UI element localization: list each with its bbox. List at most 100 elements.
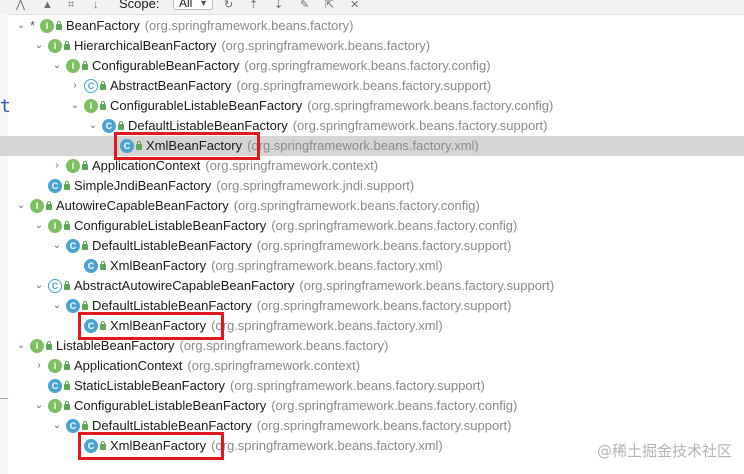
tree-row[interactable]: C XmlBeanFactory (org.springframework.bean… (0, 312, 744, 340)
class-icon: C (66, 419, 80, 433)
tree-row[interactable]: ⌄ C DefaultListableBeanFactory (org.springf… (0, 296, 744, 316)
tree-row[interactable]: › C AbstractBeanFactory (org.springframewor… (0, 76, 744, 96)
tree-row[interactable]: ⌄ I ConfigurableBeanFactory (org.springfram… (0, 56, 744, 76)
public-access-icon (100, 101, 106, 110)
package-name: (org.springframework.beans.factory) (144, 18, 354, 33)
chevron-down-icon[interactable]: ⌄ (52, 240, 62, 252)
chevron-down-icon[interactable]: ⌄ (52, 300, 62, 312)
chevron-down-icon: ▼ (199, 0, 208, 8)
package-name: (org.springframework.beans.factory.xml) (211, 318, 443, 333)
tree-row[interactable]: C SimpleJndiBeanFactory (org.springframewo… (0, 176, 744, 196)
chevron-down-icon[interactable]: ⌄ (34, 280, 44, 292)
package-name: (org.springframework.beans.factory.suppo… (256, 418, 512, 433)
interface-icon: I (84, 99, 98, 113)
public-access-icon (64, 41, 70, 50)
type-name: ApplicationContext (74, 358, 183, 373)
tree-row[interactable]: › I ApplicationContext (org.springframework… (0, 356, 744, 376)
chevron-down-icon[interactable]: ⌄ (52, 420, 62, 432)
pin-icon[interactable]: ✎ (300, 0, 309, 11)
public-access-icon (100, 441, 106, 450)
public-access-icon (64, 281, 70, 290)
class-icon: C (84, 319, 98, 333)
public-access-icon (82, 241, 88, 250)
public-access-icon (118, 121, 124, 130)
tree-row[interactable]: C XmlBeanFactory (org.springframework.bean… (0, 132, 744, 160)
type-name: ConfigurableListableBeanFactory (110, 98, 303, 113)
class-icon: C (84, 439, 98, 453)
class-hierarchy-icon[interactable]: ⌗ (68, 0, 74, 11)
interface-icon: I (48, 39, 62, 53)
type-name: DefaultListableBeanFactory (92, 298, 252, 313)
type-name: HierarchicalBeanFactory (74, 38, 217, 53)
chevron-down-icon[interactable]: ⌄ (16, 340, 26, 352)
type-name: DefaultListableBeanFactory (92, 238, 252, 253)
tree-row[interactable]: ⌄ C DefaultListableBeanFactory (org.springf… (0, 416, 744, 436)
tree-row[interactable]: ⌄ C DefaultListableBeanFactory (org.springf… (0, 116, 744, 136)
tree-row[interactable]: C StaticListableBeanFactory (org.springfra… (0, 376, 744, 396)
interface-icon: I (40, 19, 54, 33)
package-name: (org.springframework.context) (205, 158, 379, 173)
interface-icon: I (66, 59, 80, 73)
chevron-down-icon[interactable]: ⌄ (70, 100, 80, 112)
tree-row[interactable]: › I ApplicationContext (org.springframework… (0, 156, 744, 176)
chevron-down-icon[interactable]: ⌄ (16, 20, 26, 32)
interface-icon: I (66, 159, 80, 173)
chevron-down-icon[interactable]: ⌄ (52, 60, 62, 72)
refresh-icon[interactable]: ↻ (224, 0, 233, 11)
tree-row[interactable]: ⌄ C DefaultListableBeanFactory (org.springf… (0, 236, 744, 256)
chevron-down-icon[interactable]: ⌄ (34, 40, 44, 52)
public-access-icon (82, 421, 88, 430)
base-type-marker-icon: * (30, 18, 36, 33)
chevron-right-icon[interactable]: › (70, 80, 80, 92)
tree-row[interactable]: ⌄ I ConfigurableListableBeanFactory (org.sp… (0, 96, 744, 116)
tree-row[interactable]: ⌄ I HierarchicalBeanFactory (org.springfram… (0, 36, 744, 56)
type-name: SimpleJndiBeanFactory (74, 178, 212, 193)
chevron-down-icon[interactable]: ⌄ (16, 200, 26, 212)
public-access-icon (56, 21, 62, 30)
export-icon[interactable]: ⇱ (325, 0, 334, 11)
tree-row[interactable]: ⌄ I ListableBeanFactory (org.springframewor… (0, 336, 744, 356)
package-name: (org.springframework.beans.factory.suppo… (236, 78, 492, 93)
chevron-down-icon[interactable]: ⌄ (34, 400, 44, 412)
tree-row[interactable]: ⌄ I AutowireCapableBeanFactory (org.springf… (0, 196, 744, 216)
abstract-icon: C (84, 79, 98, 93)
package-name: (org.springframework.beans.factory.xml) (211, 258, 443, 273)
sort-alphabetically-icon[interactable]: ↓ (93, 0, 99, 11)
public-access-icon (64, 381, 70, 390)
close-icon[interactable]: ✕ (350, 0, 359, 11)
scope-select-value: All (179, 0, 193, 10)
type-name: AbstractBeanFactory (110, 78, 232, 93)
class-icon: C (102, 119, 116, 133)
package-name: (org.springframework.beans.factory.confi… (233, 198, 480, 213)
scope-select[interactable]: All ▼ (173, 0, 213, 10)
type-name: XmlBeanFactory (110, 258, 207, 273)
tree-row[interactable]: ⌄ I ConfigurableListableBeanFactory (org.sp… (0, 216, 744, 236)
chevron-right-icon[interactable]: › (52, 160, 62, 172)
type-name: DefaultListableBeanFactory (128, 118, 288, 133)
chevron-right-icon[interactable]: › (34, 360, 44, 372)
class-icon: C (66, 239, 80, 253)
class-icon: C (120, 139, 134, 153)
class-icon: C (48, 379, 62, 393)
collapse-all-icon[interactable]: ⇣ (274, 0, 283, 11)
tree-row[interactable]: ⌄ I ConfigurableListableBeanFactory (org.sp… (0, 396, 744, 416)
class-icon: C (48, 179, 62, 193)
type-name: ApplicationContext (92, 158, 201, 173)
tree-row[interactable]: ⌄ C AbstractAutowireCapableBeanFactory (org… (0, 276, 744, 296)
package-name: (org.springframework.beans.factory.confi… (271, 218, 518, 233)
public-access-icon (64, 361, 70, 370)
interface-icon: I (48, 219, 62, 233)
chevron-down-icon[interactable]: ⌄ (34, 220, 44, 232)
public-access-icon (64, 181, 70, 190)
expand-all-icon[interactable]: ⇡ (249, 0, 258, 11)
subtypes-hierarchy-icon[interactable]: ⋀ (16, 0, 25, 11)
public-access-icon (82, 301, 88, 310)
type-name: ListableBeanFactory (56, 338, 175, 353)
package-name: (org.springframework.beans.factory.xml) (211, 438, 443, 453)
type-name: XmlBeanFactory (110, 438, 207, 453)
supertypes-hierarchy-icon[interactable]: ▲ (42, 0, 53, 11)
chevron-down-icon[interactable]: ⌄ (88, 120, 98, 132)
tree-row[interactable]: C XmlBeanFactory (org.springframework.bean… (0, 256, 744, 276)
scope-label: Scope: (119, 0, 160, 11)
tree-row[interactable]: ⌄ * I BeanFactory (org.springframework.beans… (0, 16, 744, 36)
